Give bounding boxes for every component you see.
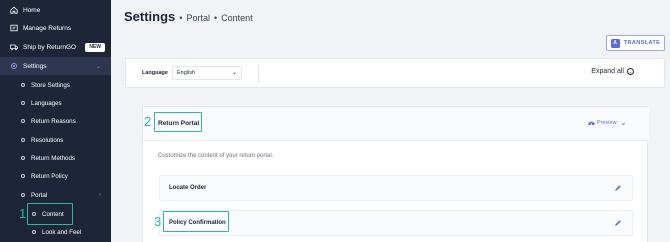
panel-description: Customize the content of your return por… — [158, 153, 274, 159]
breadcrumb-portal[interactable]: Portal — [186, 13, 210, 23]
bullet-icon — [21, 119, 25, 123]
breadcrumb-separator: • — [213, 13, 218, 23]
row-label: Locate Order — [169, 185, 207, 191]
content-row-locate-order[interactable]: Locate Order — [159, 175, 633, 201]
sidebar-item-label: Portal — [31, 191, 48, 199]
bullet-icon — [21, 193, 25, 197]
sidebar-item-store-settings[interactable]: Store Settings — [0, 76, 111, 94]
page-title: Settings • Portal • Content — [124, 9, 253, 24]
sidebar-item-return-methods[interactable]: Return Methods — [0, 149, 111, 167]
language-bar: Language English ⌄ Expand all ⌄ — [125, 58, 665, 88]
bullet-icon — [21, 101, 25, 105]
annotation-highlight-policy-confirmation — [163, 211, 229, 232]
chevron-down-icon[interactable]: ⌄ — [620, 118, 627, 127]
sidebar-item-label: Return Methods — [31, 154, 76, 162]
sidebar-item-label: Return Reasons — [31, 117, 76, 125]
sidebar-item-label: Look and Feel — [42, 228, 82, 236]
translate-button[interactable]: A TRANSLATE — [606, 35, 665, 51]
sidebar-item-resolutions[interactable]: Resolutions — [0, 131, 111, 149]
sidebar-item-home[interactable]: Home — [0, 1, 111, 19]
sidebar-item-return-policy[interactable]: Return Policy — [0, 167, 111, 185]
divider — [258, 65, 259, 83]
edit-pencil-icon[interactable] — [614, 184, 622, 192]
chevron-down-icon: ⌄ — [231, 70, 237, 76]
bullet-icon — [21, 156, 25, 160]
sidebar-item-label: Languages — [31, 99, 62, 107]
sidebar-item-manage-returns[interactable]: Manage Returns — [0, 19, 111, 37]
bullet-icon — [32, 230, 36, 234]
binoculars-icon — [588, 121, 595, 126]
breadcrumb-content: Content — [221, 13, 253, 23]
page-title-text: Settings — [124, 9, 176, 24]
translate-icon: A — [610, 38, 620, 48]
annotation-highlight-return-portal — [154, 112, 202, 132]
sidebar-item-return-reasons[interactable]: Return Reasons — [0, 112, 111, 130]
sidebar-item-label: Return Policy — [31, 172, 68, 180]
sidebar-item-ship[interactable]: Ship by ReturnGO NEW — [0, 38, 111, 56]
preview-button[interactable]: Preview — [588, 120, 617, 126]
sidebar-item-settings[interactable]: Settings ⌄ — [0, 57, 111, 75]
language-select[interactable]: English ⌄ — [172, 66, 242, 80]
expand-all-button[interactable]: Expand all ⌄ — [591, 68, 634, 75]
language-selected: English — [177, 70, 196, 76]
new-badge: NEW — [85, 42, 105, 52]
expand-icon: ⌄ — [627, 68, 634, 75]
sidebar-item-languages[interactable]: Languages — [0, 94, 111, 112]
returns-icon — [10, 24, 18, 32]
sidebar-item-label: Resolutions — [31, 136, 64, 144]
bullet-icon — [21, 83, 25, 87]
bullet-icon — [21, 138, 25, 142]
sidebar-item-label: Store Settings — [31, 81, 70, 89]
annotation-highlight-content — [27, 203, 73, 225]
expand-all-label: Expand all — [591, 68, 624, 75]
home-icon — [10, 6, 18, 14]
translate-label: TRANSLATE — [623, 40, 661, 46]
content-row-policy-confirmation[interactable]: Policy Confirmation — [159, 210, 633, 236]
chevron-down-icon: ⌄ — [95, 63, 101, 70]
sidebar-item-label: Manage Returns — [23, 24, 72, 32]
bullet-icon — [21, 174, 25, 178]
annotation-step-3: 3 — [154, 214, 162, 229]
preview-label: Preview — [597, 120, 617, 126]
edit-pencil-icon[interactable] — [614, 219, 622, 227]
sidebar-item-portal[interactable]: Portal › — [0, 186, 111, 204]
annotation-step-2: 2 — [144, 114, 152, 129]
annotation-step-1: 1 — [19, 206, 27, 221]
sidebar-item-label: Ship by ReturnGO — [23, 43, 77, 51]
chevron-right-icon: › — [99, 192, 101, 198]
panel-header[interactable]: Return Portal Preview ⌄ — [143, 107, 649, 141]
breadcrumb-separator: • — [179, 13, 183, 23]
truck-icon — [10, 43, 18, 51]
gear-icon — [10, 62, 18, 70]
sidebar-item-label: Settings — [23, 62, 47, 70]
language-label: Language — [142, 70, 168, 76]
sidebar-item-look-and-feel[interactable]: Look and Feel — [0, 223, 111, 241]
sidebar-item-label: Home — [23, 6, 41, 14]
